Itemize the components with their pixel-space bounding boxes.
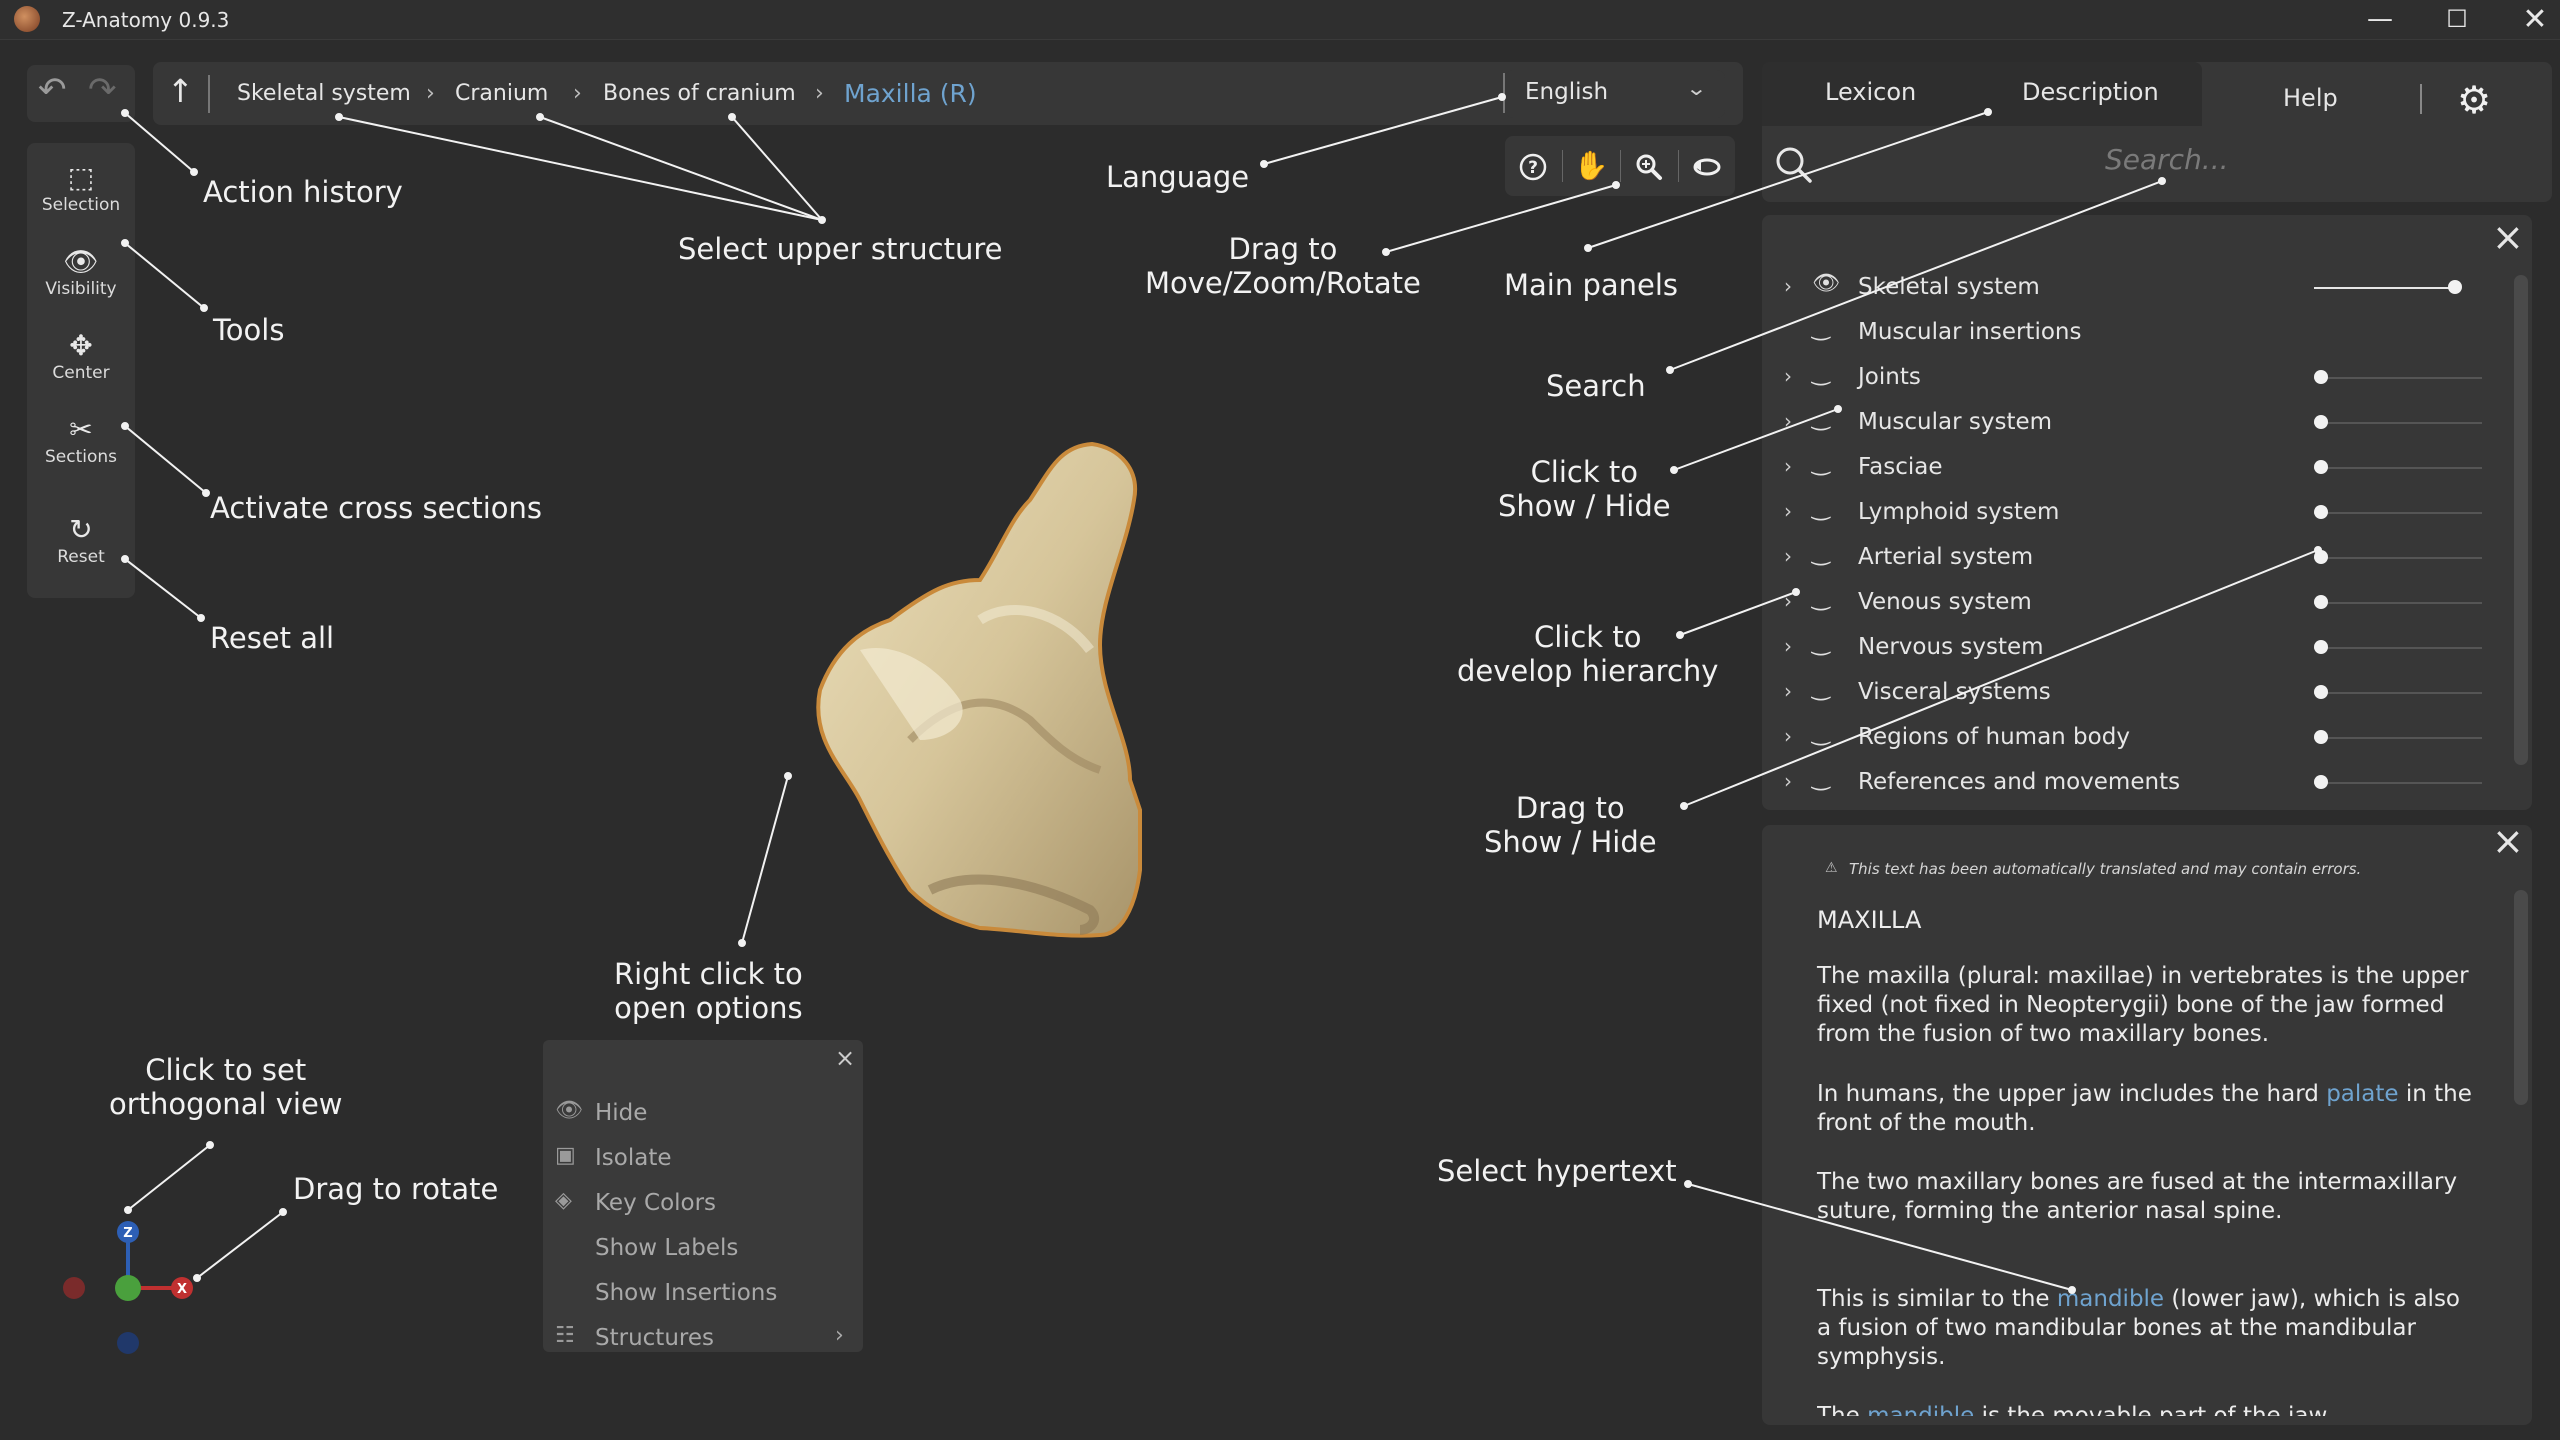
annotation-drag-show: Drag to Show / Hide: [1484, 791, 1657, 859]
annotation-reset-all: Reset all: [210, 621, 335, 655]
annotation-line: Drag to: [1515, 791, 1625, 825]
annotation-line: Drag to: [1228, 232, 1338, 266]
annotation-line: Click to: [1534, 620, 1642, 654]
annotation-search: Search: [1546, 369, 1646, 403]
annotation-line: Right click to: [614, 957, 803, 991]
annotation-select-upper: Select upper structure: [678, 232, 1003, 266]
annotation-line: Show / Hide: [1484, 825, 1657, 859]
annotation-activate-sections: Activate cross sections: [210, 491, 543, 525]
annotation-ortho: Click to set orthogonal view: [109, 1053, 343, 1121]
annotation-hypertext: Select hypertext: [1437, 1154, 1677, 1188]
annotation-line: Click to: [1530, 455, 1638, 489]
annotation-line: Move/Zoom/Rotate: [1145, 266, 1421, 300]
annotation-action-history: Action history: [203, 175, 403, 209]
annotation-line: develop hierarchy: [1457, 654, 1719, 688]
annotation-click-show: Click to Show / Hide: [1498, 455, 1671, 523]
annotation-tools: Tools: [213, 313, 285, 347]
annotation-language: Language: [1106, 160, 1250, 194]
annotation-drag-move: Drag to Move/Zoom/Rotate: [1145, 232, 1421, 300]
annotation-line: Show / Hide: [1498, 489, 1671, 523]
annotation-right-click: Right click to open options: [614, 957, 803, 1025]
annotation-line: orthogonal view: [109, 1087, 343, 1121]
annotation-line: open options: [614, 991, 803, 1025]
annotation-lines: [121, 93, 2322, 1294]
annotation-line: Click to set: [145, 1053, 307, 1087]
annotation-drag-rotate: Drag to rotate: [293, 1172, 499, 1206]
annotation-click-develop: Click to develop hierarchy: [1457, 620, 1718, 688]
annotation-main-panels: Main panels: [1504, 268, 1679, 302]
